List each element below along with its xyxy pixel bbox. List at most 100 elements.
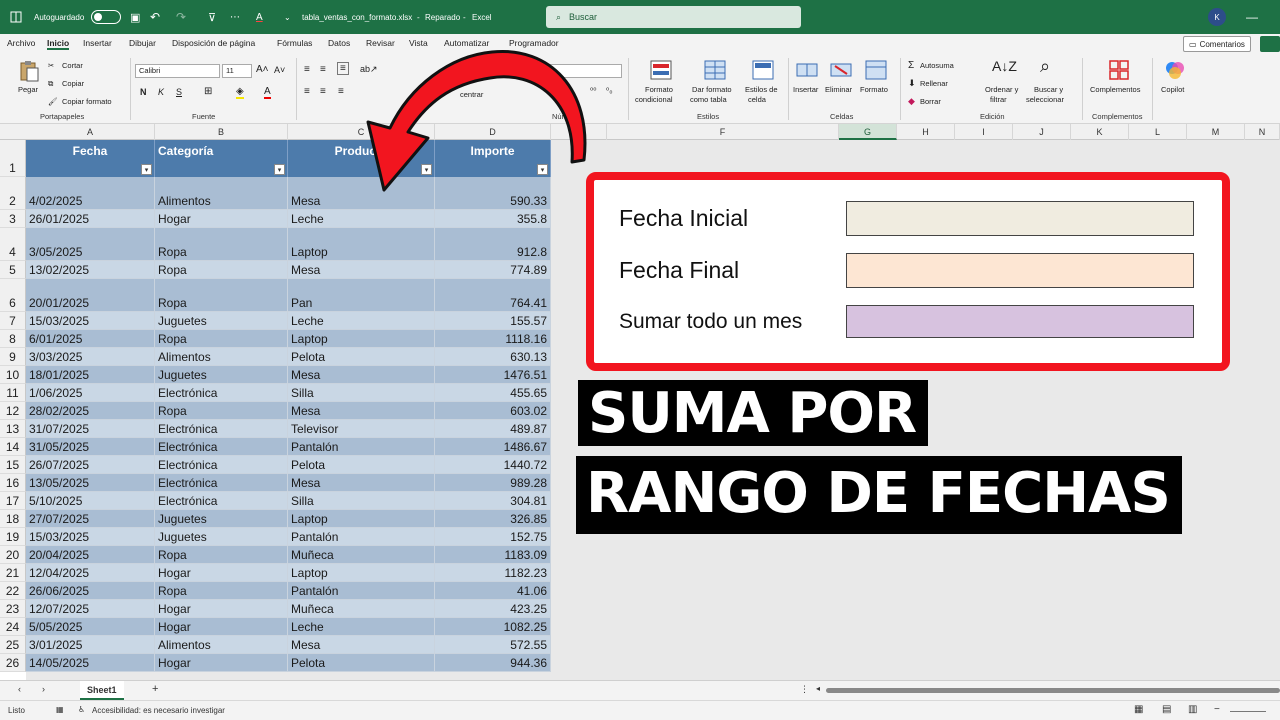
cell-categoria[interactable]: Electrónica: [155, 438, 288, 456]
row-header-18[interactable]: 18: [0, 510, 26, 528]
cell-producto[interactable]: Pelota: [288, 654, 435, 672]
italic-icon[interactable]: K: [158, 87, 164, 97]
column-header-i[interactable]: I: [955, 124, 1013, 140]
cell-importe[interactable]: 764.41: [435, 279, 551, 312]
cell-categoria[interactable]: Ropa: [155, 546, 288, 564]
cell-categoria[interactable]: Juguetes: [155, 312, 288, 330]
cell-producto[interactable]: Mesa: [288, 474, 435, 492]
cell-producto[interactable]: Pelota: [288, 456, 435, 474]
row-header-1[interactable]: 1: [0, 140, 26, 177]
cell-fecha[interactable]: 3/03/2025: [26, 348, 155, 366]
cell-categoria[interactable]: Alimentos: [155, 636, 288, 654]
undo-icon[interactable]: ↶: [150, 0, 160, 34]
table-header-fecha[interactable]: Fecha ▾: [26, 140, 155, 177]
row-header-6[interactable]: 6: [0, 279, 26, 312]
increase-decimal-icon[interactable]: ⁰⁰: [590, 86, 596, 95]
month-sum-input[interactable]: [846, 305, 1194, 338]
cut-icon[interactable]: ✂: [48, 61, 54, 70]
cell-producto[interactable]: Silla: [288, 492, 435, 510]
row-header-24[interactable]: 24: [0, 618, 26, 636]
shrink-font-icon[interactable]: A˅: [274, 65, 285, 75]
format-as-table-icon[interactable]: [704, 60, 726, 80]
cell-producto[interactable]: Muñeca: [288, 546, 435, 564]
font-color-icon[interactable]: A: [256, 0, 263, 34]
find-select-label-1[interactable]: Buscar y: [1034, 85, 1063, 94]
cell-fecha[interactable]: 12/07/2025: [26, 600, 155, 618]
cell-categoria[interactable]: Alimentos: [155, 177, 288, 210]
row-header-10[interactable]: 10: [0, 366, 26, 384]
row-header-4[interactable]: 4: [0, 228, 26, 261]
addins-icon[interactable]: [1108, 60, 1130, 80]
cell-producto[interactable]: Pantalón: [288, 528, 435, 546]
cell-categoria[interactable]: Ropa: [155, 279, 288, 312]
cell-fecha[interactable]: 12/04/2025: [26, 564, 155, 582]
row-header-19[interactable]: 19: [0, 528, 26, 546]
cell-categoria[interactable]: Electrónica: [155, 474, 288, 492]
cell-fecha[interactable]: 31/07/2025: [26, 420, 155, 438]
cell-categoria[interactable]: Hogar: [155, 618, 288, 636]
cell-fecha[interactable]: 26/01/2025: [26, 210, 155, 228]
cell-fecha[interactable]: 26/07/2025: [26, 456, 155, 474]
text-color-icon[interactable]: A: [264, 86, 271, 99]
cell-fecha[interactable]: 3/05/2025: [26, 228, 155, 261]
filter-dropdown-icon[interactable]: ▾: [141, 164, 152, 175]
filter-icon[interactable]: ⊽: [208, 0, 216, 34]
cell-importe[interactable]: 304.81: [435, 492, 551, 510]
zoom-out-icon[interactable]: −: [1214, 704, 1220, 715]
cell-importe[interactable]: 774.89: [435, 261, 551, 279]
cell-importe[interactable]: 1476.51: [435, 366, 551, 384]
cell-fecha[interactable]: 28/02/2025: [26, 402, 155, 420]
cell-importe[interactable]: 423.25: [435, 600, 551, 618]
column-header-m[interactable]: M: [1187, 124, 1245, 140]
bold-icon[interactable]: N: [140, 87, 147, 97]
fill-color-icon[interactable]: ◈: [236, 86, 244, 99]
tab-inicio[interactable]: Inicio: [47, 38, 70, 50]
align-middle-icon[interactable]: ≡: [320, 64, 326, 75]
cell-categoria[interactable]: Juguetes: [155, 366, 288, 384]
cell-categoria[interactable]: Juguetes: [155, 528, 288, 546]
customize-qat-icon[interactable]: ⌄: [284, 0, 291, 34]
cell-producto[interactable]: Laptop: [288, 228, 435, 261]
cell-styles-icon[interactable]: [752, 60, 774, 80]
cell-importe[interactable]: 1486.67: [435, 438, 551, 456]
cell-categoria[interactable]: Electrónica: [155, 492, 288, 510]
cell-producto[interactable]: Pantalón: [288, 438, 435, 456]
row-header-11[interactable]: 11: [0, 384, 26, 402]
format-cells-icon[interactable]: [865, 60, 887, 80]
cell-fecha[interactable]: 18/01/2025: [26, 366, 155, 384]
cell-producto[interactable]: Laptop: [288, 510, 435, 528]
filter-dropdown-icon[interactable]: ▾: [274, 164, 285, 175]
cell-styles-label-2[interactable]: celda: [748, 95, 766, 104]
cell-fecha[interactable]: 31/05/2025: [26, 438, 155, 456]
cell-fecha[interactable]: 4/02/2025: [26, 177, 155, 210]
cell-importe[interactable]: 912.8: [435, 228, 551, 261]
column-header-k[interactable]: K: [1071, 124, 1129, 140]
horizontal-scrollbar[interactable]: [826, 688, 1280, 693]
accessibility-icon[interactable]: ♿: [78, 705, 85, 714]
normal-view-icon[interactable]: ▦: [1134, 704, 1143, 715]
search-input[interactable]: ⌕ Buscar: [546, 6, 801, 28]
cell-fecha[interactable]: 15/03/2025: [26, 312, 155, 330]
cell-producto[interactable]: Silla: [288, 384, 435, 402]
column-header-f[interactable]: F: [607, 124, 839, 140]
delete-cells-icon[interactable]: [830, 60, 852, 80]
borders-menu-icon[interactable]: ⊞: [204, 86, 212, 97]
cell-importe[interactable]: 355.8: [435, 210, 551, 228]
cell-fecha[interactable]: 1/06/2025: [26, 384, 155, 402]
comments-button[interactable]: ▭ Comentarios: [1183, 36, 1251, 52]
scroll-right-icon[interactable]: ›: [42, 684, 45, 694]
fill-button[interactable]: Rellenar: [920, 79, 948, 88]
cell-fecha[interactable]: 14/05/2025: [26, 654, 155, 672]
accessibility-status[interactable]: Accesibilidad: es necesario investigar: [92, 706, 225, 715]
cell-importe[interactable]: 155.57: [435, 312, 551, 330]
start-date-input[interactable]: [846, 201, 1194, 236]
tab-disposicion[interactable]: Disposición de página: [172, 38, 255, 48]
cell-categoria[interactable]: Electrónica: [155, 456, 288, 474]
cell-producto[interactable]: Pan: [288, 279, 435, 312]
cell-categoria[interactable]: Hogar: [155, 600, 288, 618]
page-layout-icon[interactable]: ▤: [1162, 704, 1171, 715]
cell-importe[interactable]: 489.87: [435, 420, 551, 438]
row-header-23[interactable]: 23: [0, 600, 26, 618]
scroll-left-icon[interactable]: ‹: [18, 684, 21, 694]
minimize-icon[interactable]: —: [1246, 0, 1258, 34]
